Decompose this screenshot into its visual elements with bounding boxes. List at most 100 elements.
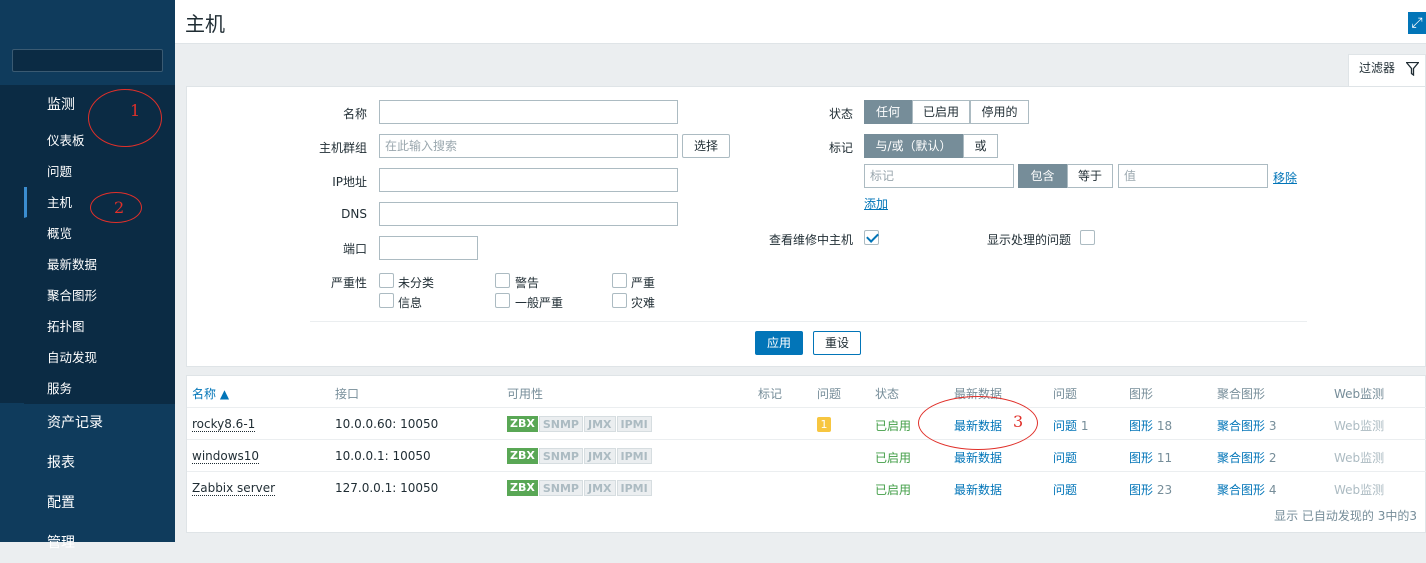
tag-and-or-option[interactable]: 与/或（默认） (864, 134, 963, 158)
table-row: rocky8.6-1 10.0.0.60: 10050 ZBX SNMP JMX… (187, 407, 1426, 439)
ipmi-badge: IPMI (616, 416, 652, 432)
filter-divider (310, 321, 1307, 322)
problems-link[interactable]: 问题 (1053, 451, 1077, 465)
subnav-services[interactable]: 服务 (24, 373, 175, 404)
host-status[interactable]: 已启用 (875, 417, 911, 434)
ip-input[interactable] (379, 168, 678, 192)
tag-equals-option[interactable]: 等于 (1067, 164, 1113, 188)
graphs-link[interactable]: 图形 (1129, 419, 1153, 433)
subnav-latest-data[interactable]: 最新数据 (24, 249, 175, 280)
problems-link[interactable]: 问题 (1053, 483, 1077, 497)
zbx-badge: ZBX (507, 416, 538, 432)
screens-link[interactable]: 聚合图形 (1217, 451, 1265, 465)
table-row: windows10 10.0.0.1: 10050 ZBX SNMP JMX I… (187, 439, 1426, 471)
severity-not-classified-checkbox[interactable] (379, 273, 394, 288)
latest-data-link[interactable]: 最新数据 (954, 481, 1002, 498)
col-problems: 问题 (817, 387, 842, 401)
subnav-problems[interactable]: 问题 (24, 156, 175, 187)
filter-panel: 名称 主机群组 选择 IP地址 DNS 端口 严重性 未分类 警告 严重 信息 … (186, 86, 1426, 367)
sidebar-search-input[interactable] (12, 49, 163, 72)
host-status[interactable]: 已启用 (875, 449, 911, 466)
subnav-screens[interactable]: 聚合图形 (24, 280, 175, 311)
severity-average-checkbox[interactable] (495, 293, 510, 308)
fullscreen-icon[interactable]: ⤢ (1408, 12, 1426, 34)
hostgroup-label: 主机群组 (318, 141, 367, 155)
snmp-badge: SNMP (538, 416, 583, 432)
screens-link[interactable]: 聚合图形 (1217, 483, 1265, 497)
host-status[interactable]: 已启用 (875, 481, 911, 498)
table-row: Zabbix server 127.0.0.1: 10050 ZBX SNMP … (187, 471, 1426, 503)
tag-value-input[interactable] (1118, 164, 1268, 188)
problem-count-badge[interactable]: 1 (817, 417, 831, 432)
col-problems-link: 问题 (1053, 387, 1078, 401)
snmp-badge: SNMP (538, 448, 583, 464)
zbx-badge: ZBX (507, 480, 538, 496)
nav-administration[interactable]: 管理 (0, 523, 175, 563)
host-name-link[interactable]: windows10 (192, 449, 260, 464)
col-tags: 标记 (758, 387, 783, 401)
apply-button[interactable]: 应用 (755, 331, 803, 355)
status-disabled-option[interactable]: 停用的 (970, 100, 1029, 124)
problems-link[interactable]: 问题 (1053, 419, 1077, 433)
severity-label: 严重性 (330, 276, 367, 290)
severity-not-classified-label: 未分类 (398, 276, 435, 290)
hostgroup-input[interactable] (379, 134, 678, 158)
host-interface: 127.0.0.1: 10050 (335, 481, 439, 495)
tag-add-link[interactable]: 添加 (864, 195, 888, 212)
col-availability: 可用性 (507, 387, 544, 401)
screens-count: 3 (1268, 419, 1277, 433)
severity-warning-checkbox[interactable] (495, 273, 510, 288)
graphs-count: 23 (1156, 483, 1173, 497)
severity-high-label: 严重 (631, 276, 656, 290)
nav-configuration[interactable]: 配置 (0, 483, 175, 523)
maintenance-checkbox[interactable] (864, 230, 879, 245)
dns-label: DNS (341, 207, 367, 221)
host-name-link[interactable]: rocky8.6-1 (192, 417, 256, 432)
status-enabled-option[interactable]: 已启用 (912, 100, 970, 124)
ip-label: IP地址 (332, 175, 367, 189)
hostgroup-select-button[interactable]: 选择 (682, 134, 730, 158)
zbx-badge: ZBX (507, 448, 538, 464)
sidebar: 监测 仪表板 问题 主机 概览 最新数据 聚合图形 拓扑图 自动发现 服务 资产… (0, 0, 175, 551)
tag-remove-link[interactable]: 移除 (1273, 169, 1297, 186)
filter-tab[interactable]: 过滤器 (1348, 54, 1426, 87)
annotation-circle-1 (88, 89, 162, 147)
show-suppressed-checkbox[interactable] (1080, 230, 1095, 245)
severity-high-checkbox[interactable] (612, 273, 627, 288)
subnav-discovery[interactable]: 自动发现 (24, 342, 175, 373)
annotation-number-2: 2 (114, 198, 125, 217)
tag-name-input[interactable] (864, 164, 1014, 188)
name-label: 名称 (342, 107, 367, 121)
graphs-link[interactable]: 图形 (1129, 483, 1153, 497)
tag-contains-option[interactable]: 包含 (1018, 164, 1067, 188)
availability-indicators: ZBX SNMP JMX IPMI (507, 480, 652, 496)
severity-information-checkbox[interactable] (379, 293, 394, 308)
status-any-option[interactable]: 任何 (864, 100, 912, 124)
tag-or-option[interactable]: 或 (963, 134, 998, 158)
page-title: 主机 (185, 12, 225, 36)
col-status: 状态 (875, 387, 900, 401)
host-name-link[interactable]: Zabbix server (192, 481, 276, 496)
availability-indicators: ZBX SNMP JMX IPMI (507, 448, 652, 464)
col-name[interactable]: 名称 ▲ (192, 385, 229, 402)
name-input[interactable] (379, 100, 678, 124)
nav-inventory[interactable]: 资产记录 (0, 403, 175, 443)
jmx-badge: JMX (583, 416, 616, 432)
screens-link[interactable]: 聚合图形 (1217, 419, 1265, 433)
latest-data-link[interactable]: 最新数据 (954, 449, 1002, 466)
screens-count: 2 (1268, 451, 1277, 465)
nav-reports[interactable]: 报表 (0, 443, 175, 483)
col-interface: 接口 (335, 387, 360, 401)
subnav-overview[interactable]: 概览 (24, 218, 175, 249)
problems-count: 1 (1080, 419, 1089, 433)
severity-disaster-checkbox[interactable] (612, 293, 627, 308)
port-input[interactable] (379, 236, 478, 260)
reset-button[interactable]: 重设 (813, 331, 861, 355)
ipmi-badge: IPMI (616, 480, 652, 496)
graphs-link[interactable]: 图形 (1129, 451, 1153, 465)
dns-input[interactable] (379, 202, 678, 226)
show-suppressed-label: 显示处理的问题 (986, 233, 1071, 247)
maintenance-label: 查看维修中主机 (768, 233, 853, 247)
web-monitoring-link: Web监测 (1334, 483, 1385, 497)
subnav-maps[interactable]: 拓扑图 (24, 311, 175, 342)
